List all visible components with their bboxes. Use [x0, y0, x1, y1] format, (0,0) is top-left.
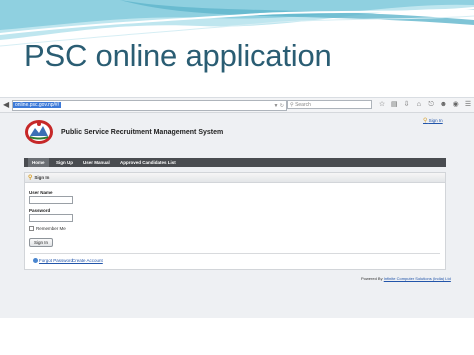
sign-in-panel-header: ⚲ Sign In — [25, 173, 445, 183]
browser-search-input[interactable]: ⚲ Search — [287, 100, 372, 109]
browser-toolbar: ◀ online.psc.gov.np/#/ ▼ ↻ ⚲ Search ☆ ▤ … — [0, 98, 474, 113]
url-text: online.psc.gov.np/#/ — [13, 102, 62, 108]
remember-me-checkbox[interactable] — [29, 226, 34, 231]
powered-by-prefix: Powered By — [361, 276, 383, 281]
menu-item-user-manual[interactable]: User Manual — [83, 158, 110, 167]
search-placeholder: Search — [295, 102, 311, 108]
menu-icon[interactable]: ☰ — [463, 99, 473, 110]
panel-divider — [30, 253, 440, 254]
password-field[interactable] — [29, 214, 73, 222]
menu-item-sign-up[interactable]: Sign Up — [56, 158, 73, 167]
menu-item-home[interactable]: Home — [28, 158, 49, 167]
address-bar[interactable]: online.psc.gov.np/#/ ▼ ↻ — [12, 100, 287, 111]
download-icon[interactable]: ⇩ — [402, 99, 412, 110]
footer-powered-by: Powered By Infinite Computer Solutions (… — [361, 276, 451, 281]
main-menu-bar: Home Sign Up User Manual Approved Candid… — [24, 158, 446, 167]
star-icon[interactable]: ☆ — [377, 99, 387, 110]
top-sign-in-link[interactable]: ⚲ Sign In — [423, 117, 443, 124]
username-label: User Name — [29, 190, 53, 195]
help-icon — [33, 258, 38, 263]
pocket-icon[interactable]: ◉ — [451, 99, 461, 110]
shield-icon[interactable]: ⎋ — [426, 99, 436, 110]
reload-icon[interactable]: ▼ ↻ — [273, 102, 284, 110]
sign-in-panel: ⚲ Sign In User Name Password Remember Me … — [24, 172, 446, 270]
forgot-password-link[interactable]: Forgot Password — [39, 258, 73, 263]
company-link[interactable]: Infinite Computer Solutions (India) Ltd — [384, 276, 451, 281]
sign-in-button[interactable]: Sign In — [29, 238, 54, 247]
panel-header-label: Sign In — [34, 175, 50, 180]
menu-item-approved-candidates[interactable]: Approved Candidates List — [120, 158, 176, 167]
nepal-emblem-logo — [25, 120, 53, 144]
create-account-link[interactable]: Create Account — [72, 258, 103, 263]
browser-screenshot: ◀ online.psc.gov.np/#/ ▼ ↻ ⚲ Search ☆ ▤ … — [0, 97, 474, 318]
key-icon: ⚲ — [423, 118, 428, 124]
reading-list-icon[interactable]: ▤ — [389, 99, 399, 110]
smiley-icon[interactable]: ☻ — [438, 99, 448, 110]
site-title: Public Service Recruitment Management Sy… — [61, 129, 224, 136]
username-field[interactable] — [29, 196, 73, 204]
home-icon[interactable]: ⌂ — [414, 99, 424, 110]
back-arrow-icon[interactable]: ◀ — [3, 100, 9, 110]
password-label: Password — [29, 208, 51, 213]
top-sign-in-label: Sign In — [428, 118, 443, 123]
remember-me-label: Remember Me — [36, 226, 66, 231]
slide-title: PSC online application — [24, 38, 332, 73]
key-icon: ⚲ — [28, 175, 33, 181]
